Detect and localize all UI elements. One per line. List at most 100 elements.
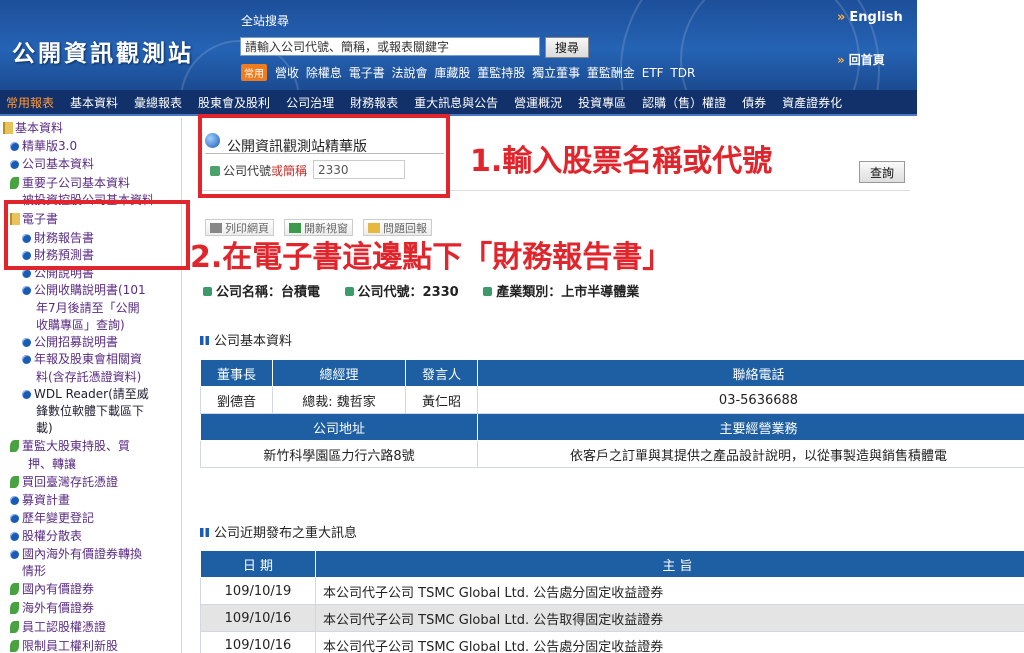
- header-decoration: [680, 0, 860, 90]
- english-link[interactable]: » English: [837, 10, 903, 25]
- news-date: 109/10/16: [200, 631, 316, 653]
- news-subject[interactable]: 本公司代子公司 TSMC Global Ltd. 公告處分固定收益證券: [315, 577, 1024, 605]
- sidebar-item-label: 押、轉讓: [28, 457, 77, 471]
- query-button[interactable]: 查詢: [859, 161, 905, 183]
- sidebar-item-label: 限制員工權利新股: [22, 639, 119, 653]
- sidebar-item-securities-conversion[interactable]: 國內海外有價證券轉換: [10, 546, 142, 562]
- quick-link-dividend[interactable]: 除權息: [306, 66, 342, 80]
- annotation-box-ebook: [4, 200, 190, 270]
- sidebar-item-label: 年報及股東會相關資: [34, 352, 143, 366]
- sidebar-item-equity-distribution[interactable]: 股權分散表: [10, 528, 82, 544]
- search-input[interactable]: [240, 37, 540, 56]
- double-chevron-icon: »: [837, 53, 845, 67]
- search-label: 全站搜尋: [241, 14, 290, 28]
- sidebar-item-director-holdings-line2: 押、轉讓: [28, 456, 76, 472]
- sidebar-item-wdl-reader[interactable]: WDL Reader(請至威: [22, 386, 149, 402]
- nav-shareholder-meeting[interactable]: 股東會及股利: [198, 94, 270, 111]
- sidebar-item-subsidiary[interactable]: 重要子公司基本資料: [10, 175, 130, 191]
- table-row: 新竹科學園區力行六路8號 依客戶之訂單與其提供之產品設計說明，以從事製造與銷售積…: [200, 440, 1024, 468]
- sidebar-item-tender-offer-line2: 年7月後請至「公開: [36, 300, 140, 316]
- table-header-row: 公司地址 主要經營業務: [200, 413, 1024, 441]
- sidebar-item-registration-changes[interactable]: 歷年變更登記: [10, 510, 94, 526]
- table-cell: 劉德音: [200, 386, 273, 414]
- sidebar-item-essence[interactable]: 精華版3.0: [10, 138, 77, 154]
- sidebar-item-employee-warrants[interactable]: 員工認股權憑證: [10, 619, 106, 635]
- search-button[interactable]: 搜尋: [545, 37, 589, 58]
- nav-securitization[interactable]: 資產證券化: [782, 94, 842, 111]
- sidebar-item-wdl-reader-line3: 載): [36, 420, 53, 436]
- sidebar-item-label: 募資計畫: [22, 493, 71, 507]
- sidebar-root-label: 基本資料: [15, 121, 64, 135]
- nav-operations[interactable]: 營運概況: [514, 94, 562, 111]
- basic-section-heading: 公司基本資料: [200, 330, 292, 349]
- nav-common-reports[interactable]: 常用報表: [6, 94, 54, 111]
- table-row[interactable]: 109/10/19 本公司代子公司 TSMC Global Ltd. 公告處分固…: [200, 577, 1024, 605]
- nav-basic-data[interactable]: 基本資料: [70, 94, 118, 111]
- annotation-step2: 2.在電子書這邊點下「財務報告書」: [190, 240, 673, 275]
- quick-link-ebook[interactable]: 電子書: [349, 66, 385, 80]
- bullet-icon: [22, 338, 31, 347]
- nav-financial-statements[interactable]: 財務報表: [350, 94, 398, 111]
- sidebar-item-label: 載): [36, 421, 53, 435]
- table-header: 公司地址: [200, 413, 478, 441]
- printer-icon: [210, 222, 222, 233]
- table-header: 總經理: [272, 359, 406, 387]
- company-code: 公司代號：2330: [344, 285, 459, 300]
- sidebar-item-wdl-reader-line2: 鋒數位軟體下載區下: [36, 403, 144, 419]
- table-row[interactable]: 109/10/16 本公司代子公司 TSMC Global Ltd. 公告取得固…: [200, 604, 1024, 632]
- nav-summary-reports[interactable]: 彙總報表: [134, 94, 182, 111]
- quick-links: 營收 除權息 電子書 法說會 庫藏股 董監持股 獨立董事 董監酬金 ETF TD…: [275, 64, 698, 81]
- sidebar-item-restricted-stock[interactable]: 限制員工權利新股: [10, 638, 118, 653]
- quick-link-tdr[interactable]: TDR: [670, 66, 695, 80]
- company-code-text: 公司代號：2330: [357, 285, 459, 300]
- nav-investment[interactable]: 投資專區: [578, 94, 626, 111]
- sidebar-item-public-offering[interactable]: 公開招募說明書: [22, 334, 118, 350]
- news-date: 109/10/19: [200, 577, 316, 605]
- sidebar-item-label: 股權分散表: [22, 529, 83, 543]
- news-subject[interactable]: 本公司代子公司 TSMC Global Ltd. 公告取得固定收益證券: [315, 604, 1024, 632]
- bullet-icon: [10, 532, 19, 541]
- quick-link-revenue[interactable]: 營收: [275, 66, 299, 80]
- leaf-icon: [10, 476, 19, 488]
- sidebar-item-overseas-securities[interactable]: 海外有價證券: [10, 600, 94, 616]
- sidebar-item-tender-offer[interactable]: 公開收購說明書(101: [22, 282, 146, 298]
- table-header: 主要經營業務: [477, 413, 1024, 441]
- annotation-step1: 1.輸入股票名稱或代號: [470, 144, 773, 179]
- sidebar-item-fundraising[interactable]: 募資計畫: [10, 492, 70, 508]
- sidebar-item-annual-report[interactable]: 年報及股東會相關資: [22, 351, 142, 367]
- bullet-icon: [22, 390, 31, 399]
- home-link[interactable]: » 回首頁: [837, 51, 885, 68]
- table-header: 聯絡電話: [477, 359, 1024, 387]
- sidebar-item-label: WDL Reader(請至威: [34, 387, 149, 401]
- annotation-box-search: [198, 114, 450, 198]
- site-logo[interactable]: 公開資訊觀測站: [12, 34, 194, 68]
- industry-text: 產業類別：上市半導體業: [496, 285, 640, 300]
- nav-governance[interactable]: 公司治理: [286, 94, 334, 111]
- sidebar-item-annual-report-line2: 料(含存託憑證資料): [36, 369, 141, 385]
- sidebar-item-domestic-securities[interactable]: 國內有價證券: [10, 581, 94, 597]
- quick-link-etf[interactable]: ETF: [642, 66, 664, 80]
- quick-link-director-pay[interactable]: 董監酬金: [587, 66, 635, 80]
- table-cell: 總裁: 魏哲家: [272, 386, 406, 414]
- quick-link-investor-conf[interactable]: 法說會: [392, 66, 428, 80]
- table-row[interactable]: 109/10/16 本公司代子公司 TSMC Global Ltd. 公告處分固…: [200, 631, 1024, 653]
- nav-material-info[interactable]: 重大訊息與公告: [414, 94, 498, 111]
- sidebar-item-company-basic[interactable]: 公司基本資料: [10, 156, 94, 172]
- quick-link-director-holdings[interactable]: 董監持股: [477, 66, 525, 80]
- table-cell: 新竹科學園區力行六路8號: [200, 440, 478, 468]
- quick-link-independent-director[interactable]: 獨立董事: [532, 66, 580, 80]
- sidebar-item-label: 料(含存託憑證資料): [36, 370, 142, 384]
- arrow-icon: [483, 287, 493, 296]
- sidebar-item-label: 國內海外有價證券轉換: [22, 547, 143, 561]
- news-date: 109/10/16: [200, 604, 316, 632]
- leaf-icon: [10, 640, 19, 652]
- bullet-icon: [10, 142, 19, 151]
- sidebar-item-director-holdings[interactable]: 董監大股東持股、質: [10, 438, 130, 454]
- sidebar-item-label: 鋒數位軟體下載區下: [36, 404, 145, 418]
- nav-bonds[interactable]: 債券: [742, 94, 766, 111]
- nav-warrants[interactable]: 認購（售）權證: [642, 94, 726, 111]
- sidebar-root[interactable]: 基本資料: [3, 120, 63, 136]
- quick-link-treasury[interactable]: 庫藏股: [434, 66, 470, 80]
- news-subject[interactable]: 本公司代子公司 TSMC Global Ltd. 公告處分固定收益證券: [315, 631, 1024, 653]
- sidebar-item-tdr-buyback[interactable]: 買回臺灣存託憑證: [10, 474, 118, 490]
